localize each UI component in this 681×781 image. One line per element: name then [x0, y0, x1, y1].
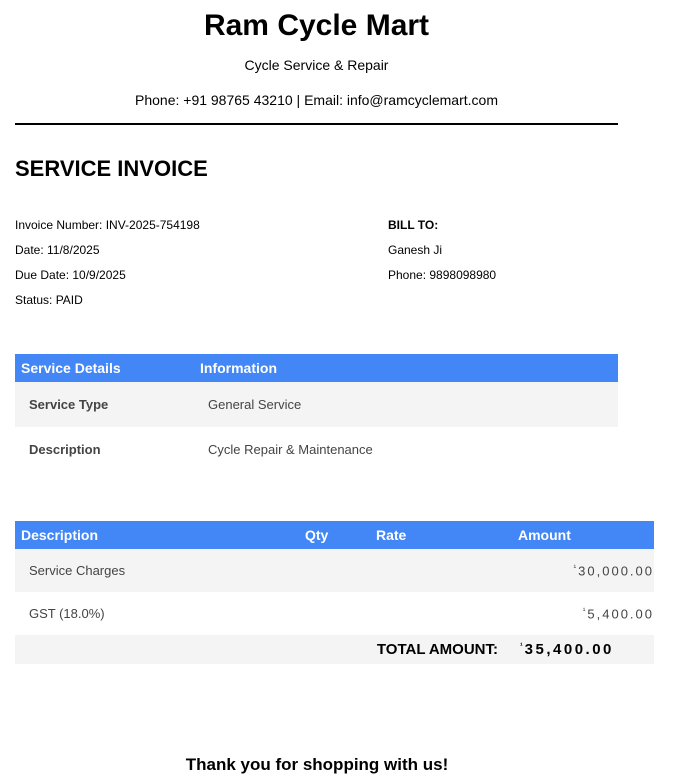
header-divider	[15, 123, 618, 125]
column-header: Rate	[376, 521, 518, 549]
invoice-header: Ram Cycle Mart Cycle Service & Repair Ph…	[15, 0, 618, 109]
currency-symbol: ¹	[573, 562, 577, 572]
table-row: GST (18.0%) ¹ 5,400.00	[15, 592, 654, 635]
item-amount-value: 30,000.00	[578, 563, 654, 579]
bill-to-heading: BILL TO:	[388, 218, 439, 232]
invoice-meta: Invoice Number: INV-2025-754198 Date: 11…	[15, 218, 200, 318]
service-type-label: Service Type	[15, 382, 194, 427]
shop-tagline: Cycle Service & Repair	[244, 57, 389, 73]
invoice-status: Status: PAID	[15, 293, 83, 307]
table-header-row: Description Qty Rate Amount	[15, 521, 654, 549]
column-header: Amount	[518, 521, 654, 549]
table-row: Service Charges ¹ 30,000.00	[15, 549, 654, 592]
table-row: Service Type General Service	[15, 382, 618, 427]
total-row: TOTAL AMOUNT: ¹ 35,400.00	[15, 635, 654, 664]
table-header-row: Service Details Information	[15, 354, 618, 382]
description-value: Cycle Repair & Maintenance	[208, 442, 373, 457]
description-label: Description	[29, 442, 101, 457]
invoice-number: Invoice Number: INV-2025-754198	[15, 218, 200, 232]
item-amount-value: 5,400.00	[587, 606, 654, 622]
total-amount-value: 35,400.00	[524, 641, 614, 658]
shop-name: Ram Cycle Mart	[203, 9, 430, 42]
total-label: TOTAL AMOUNT:	[15, 635, 518, 664]
column-header: Service Details	[15, 354, 194, 382]
item-description: Service Charges	[15, 549, 305, 592]
total-amount: ¹ 35,400.00	[518, 635, 654, 664]
customer-name: Ganesh Ji	[388, 243, 443, 257]
currency-symbol: ¹	[582, 605, 586, 615]
column-header: Qty	[305, 521, 376, 549]
item-qty	[305, 592, 376, 635]
item-rate	[376, 549, 518, 592]
thank-you-message: Thank you for shopping with us!	[185, 755, 449, 774]
invoice-date: Date: 11/8/2025	[15, 243, 100, 257]
item-amount: ¹ 30,000.00	[518, 549, 654, 592]
line-items-table: Description Qty Rate Amount Service Char…	[15, 521, 654, 664]
item-amount: ¹ 5,400.00	[518, 592, 654, 635]
item-qty	[305, 549, 376, 592]
bill-to: BILL TO: Ganesh Ji Phone: 9898098980	[388, 218, 496, 293]
invoice-title: SERVICE INVOICE	[15, 156, 208, 181]
invoice-due-date: Due Date: 10/9/2025	[15, 268, 126, 282]
table-row: Description Cycle Repair & Maintenance	[15, 427, 618, 472]
service-details-table: Service Details Information Service Type…	[15, 354, 618, 472]
service-type-value: General Service	[194, 382, 618, 427]
shop-contact: Phone: +91 98765 43210 | Email: info@ram…	[135, 92, 498, 108]
column-header: Description	[15, 521, 305, 549]
item-description: GST (18.0%)	[29, 606, 105, 621]
customer-phone: Phone: 9898098980	[388, 268, 497, 282]
currency-symbol: ¹	[520, 641, 523, 650]
column-header: Information	[194, 354, 618, 382]
item-rate	[376, 592, 518, 635]
